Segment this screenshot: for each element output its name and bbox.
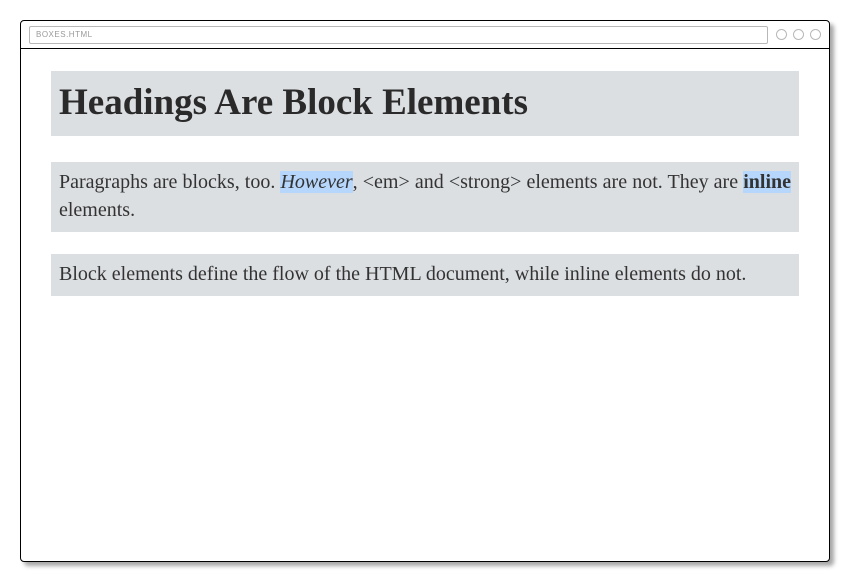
inline-strong: inline — [743, 171, 791, 193]
page-heading: Headings Are Block Elements — [51, 71, 799, 136]
paragraph-1: Paragraphs are blocks, too. However, <em… — [51, 162, 799, 232]
window-control-max-icon[interactable] — [793, 29, 804, 40]
window-control-min-icon[interactable] — [776, 29, 787, 40]
titlebar: BOXES.HTML — [21, 21, 829, 49]
url-text: BOXES.HTML — [36, 30, 93, 39]
browser-window: BOXES.HTML Headings Are Block Elements P… — [20, 20, 830, 562]
window-controls — [776, 29, 821, 40]
p1-text-2: , <em> and <strong> elements are not. Th… — [353, 171, 744, 193]
viewport: Headings Are Block Elements Paragraphs a… — [21, 49, 829, 561]
p1-text-1: Paragraphs are blocks, too. — [59, 171, 280, 193]
paragraph-2: Block elements define the flow of the HT… — [51, 254, 799, 296]
url-bar[interactable]: BOXES.HTML — [29, 26, 768, 44]
inline-em: However — [280, 171, 352, 193]
p1-text-3: elements. — [59, 199, 135, 221]
window-control-close-icon[interactable] — [810, 29, 821, 40]
